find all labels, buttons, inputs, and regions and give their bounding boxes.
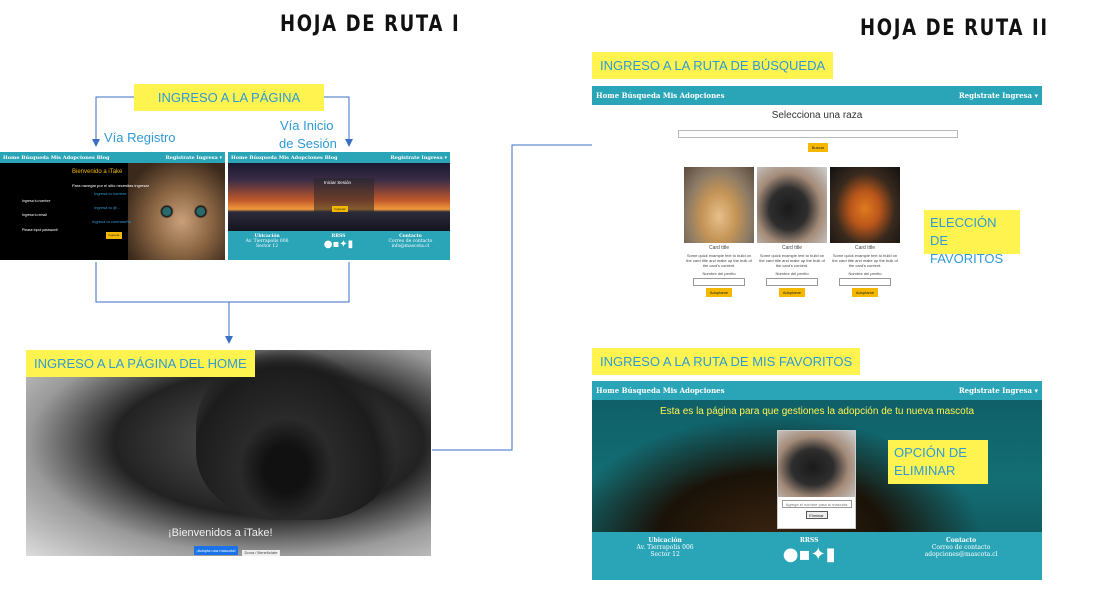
footer-ubicacion: Ubicación — [648, 537, 682, 544]
card-title: Card title — [854, 245, 875, 251]
name-input[interactable]: Ingresa tu nombre — [94, 191, 126, 196]
label-eleccion-line2: FAVORITOS — [930, 251, 1004, 266]
navbar: Home Búsqueda Mis Adopciones Blog Regist… — [228, 152, 450, 163]
navbar: Home Búsqueda Mis Adopciones Blog Regist… — [0, 152, 225, 163]
nav-auth-links[interactable]: Registrate Ingresa ▾ — [165, 155, 222, 161]
adoptame-button[interactable]: Adoptame — [852, 288, 878, 297]
title-hoja-de-ruta-2: HOJA DE RUTA II — [860, 16, 1049, 41]
ingresar-button[interactable]: Ingresar — [106, 232, 122, 239]
merge-line — [95, 262, 350, 303]
card: Card title Some quick example text to bu… — [757, 167, 827, 299]
welcome-text: Bienvenido a iTake — [72, 169, 123, 175]
label-ingreso-busqueda: INGRESO A LA RUTA DE BÚSQUEDA — [592, 52, 834, 79]
footer-email: adopciones@mascota.cl — [924, 551, 998, 558]
login-heading: Iniciar Sesión — [324, 180, 352, 185]
welcome-subtitle: Para navegar por el sitio necesitas ingr… — [72, 183, 149, 188]
footer-correo: Correo de contacto — [931, 544, 991, 551]
nav-links[interactable]: Home Búsqueda Mis Adopciones — [596, 91, 725, 100]
card-title: Card title — [708, 245, 729, 251]
card: Card title Some quick example text to bu… — [684, 167, 754, 299]
screenshot-inicio-sesion: Home Búsqueda Mis Adopciones Blog Regist… — [228, 152, 450, 260]
field-label: Ingresa tu nombre — [22, 199, 51, 203]
label-via-inicio: Vía Inicio — [280, 118, 334, 133]
card-input-label: Nombre del perrito — [848, 271, 882, 276]
label-opcion-line1: OPCIÓN DE — [894, 445, 967, 460]
favorites-heading: Esta es la página para que gestiones la … — [659, 406, 975, 417]
facebook-icon[interactable]: ▮ — [348, 239, 354, 250]
connector-home-to-busqueda — [432, 144, 592, 451]
label-de-sesion: de Sesión — [279, 136, 337, 151]
field-label: Please input password! — [22, 228, 59, 232]
card-input-label: Nombre del perrito — [702, 271, 736, 276]
footer: Ubicación Av. Tierrapolis 006 Sector 12 … — [228, 231, 450, 260]
github-icon[interactable]: ● — [783, 544, 799, 565]
card-title: Card title — [781, 245, 802, 251]
footer-contacto: Contacto — [945, 537, 977, 544]
twitter-icon[interactable]: ✦ — [339, 239, 347, 250]
label-opcion-eliminar: OPCIÓN DE ELIMINAR — [888, 440, 988, 484]
breed-select[interactable] — [678, 130, 958, 138]
nav-auth-links[interactable]: Registrate Ingresa ▾ — [959, 386, 1038, 395]
footer-sector: Sector 12 — [256, 244, 279, 249]
cat-photo — [128, 163, 225, 260]
card-text: Some quick example text to build on the … — [759, 253, 825, 268]
adoptame-button[interactable]: Adoptame — [779, 288, 805, 297]
password-input[interactable]: Ingresa tu contraseña — [92, 219, 131, 224]
search-heading: Selecciona una raza — [771, 110, 863, 121]
card-photo — [778, 431, 855, 497]
card-text: Some quick example text to build on the … — [832, 253, 898, 268]
footer: Ubicación Av. Tierrapolis 006 Sector 12 … — [592, 532, 1042, 580]
buscar-button[interactable]: Buscar — [808, 143, 828, 152]
screenshot-busqueda: Home Búsqueda Mis Adopciones Registrate … — [592, 86, 1042, 304]
footer-address: Av. Tierrapolis 006 — [636, 544, 694, 551]
footer-rrss: RRSS — [799, 537, 819, 544]
ingresar-button[interactable]: Ingresar — [332, 206, 348, 212]
card-input-label: Nombre del perrito — [775, 271, 809, 276]
field-label: Ingresa tu email — [22, 213, 47, 217]
label-opcion-line2: ELIMINAR — [894, 463, 956, 478]
navbar: Home Búsqueda Mis Adopciones Registrate … — [592, 86, 1042, 105]
social-icons: ●▪✦▮ — [324, 239, 353, 250]
footer-sector: Sector 12 — [650, 551, 680, 558]
nav-links[interactable]: Home Búsqueda Mis Adopciones Blog — [3, 155, 110, 161]
label-ingreso-home: INGRESO A LA PÁGINA DEL HOME — [26, 350, 255, 377]
card-photo — [684, 167, 754, 243]
dog-name-input[interactable] — [839, 278, 891, 286]
title-hoja-de-ruta-1: HOJA DE RUTA I — [280, 12, 461, 37]
linkedin-icon[interactable]: ▪ — [798, 544, 810, 565]
eliminar-button[interactable]: Eliminar — [805, 511, 828, 519]
card: Card title Some quick example text to bu… — [830, 167, 900, 299]
home-welcome: ¡Bienvenidos a iTake! — [168, 527, 273, 539]
favorite-card: Agrega el nombre para tu mascota Elimina… — [777, 430, 856, 529]
label-eleccion-line1: ELECCIÓN DE — [930, 215, 997, 248]
adopta-button[interactable]: ¡Adopta una mascota! — [194, 546, 238, 555]
label-eleccion-favoritos: ELECCIÓN DE FAVORITOS — [924, 210, 1020, 266]
social-icons: ●▪✦▮ — [783, 544, 836, 565]
twitter-icon[interactable]: ✦ — [811, 544, 826, 565]
label-ingreso-favoritos: INGRESO A LA RUTA DE MIS FAVORITOS — [592, 348, 861, 375]
nav-auth-links[interactable]: Registrate Ingresa ▾ — [959, 91, 1038, 100]
card-text: Some quick example text to build on the … — [686, 253, 752, 268]
nav-links[interactable]: Home Búsqueda Mis Adopciones — [596, 386, 725, 395]
screenshot-registro: Home Búsqueda Mis Adopciones Blog Regist… — [0, 152, 225, 260]
dona-button[interactable]: Dona / Benefíciate — [242, 550, 280, 556]
facebook-icon[interactable]: ▮ — [826, 544, 836, 565]
screenshot-home: ¡Bienvenidos a iTake! ¡Adopta una mascot… — [26, 350, 431, 556]
card-photo — [830, 167, 900, 243]
card-photo — [757, 167, 827, 243]
dog-name-input[interactable] — [766, 278, 818, 286]
nav-links[interactable]: Home Búsqueda Mis Adopciones Blog — [231, 155, 338, 161]
label-via-registro: Vía Registro — [104, 130, 176, 145]
nav-auth-links[interactable]: Registrate Ingresa ▾ — [390, 155, 447, 161]
email-input[interactable]: Ingresa tu @... — [94, 205, 120, 210]
adoptame-button[interactable]: Adoptame — [706, 288, 732, 297]
navbar: Home Búsqueda Mis Adopciones Registrate … — [592, 381, 1042, 400]
label-ingreso-pagina: INGRESO A LA PÁGINA — [134, 84, 324, 111]
dog-name-input[interactable] — [693, 278, 745, 286]
pet-name-input[interactable]: Agrega el nombre para tu mascota — [781, 500, 852, 508]
footer-email: info@mascota.cl — [391, 244, 430, 249]
